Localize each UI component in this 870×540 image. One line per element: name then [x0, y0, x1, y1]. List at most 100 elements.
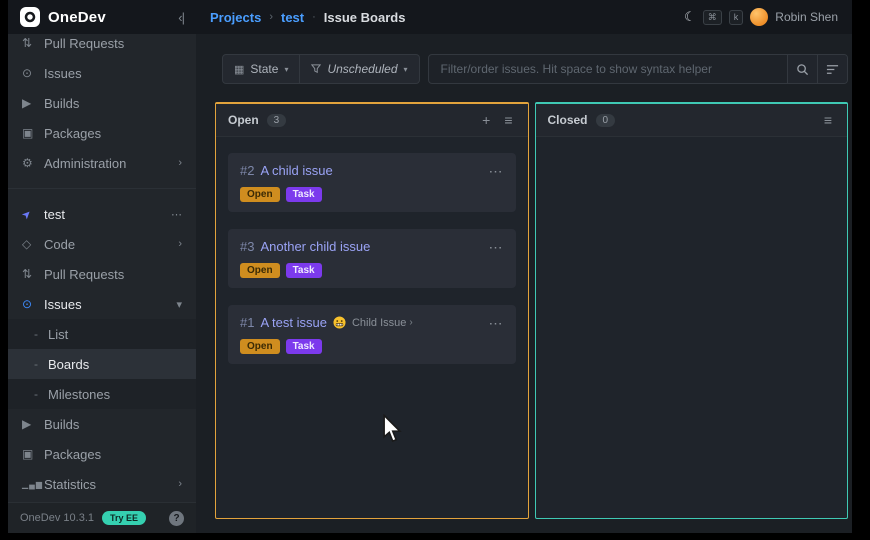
collapse-sidebar-icon[interactable]: ‹| [178, 10, 184, 25]
sidebar-item-label: Packages [44, 126, 182, 141]
issue-card[interactable]: #2 A child issue ⋯ Open Task [228, 153, 516, 212]
sidebar-nav: ⇅ Pull Requests ⊙ Issues ▶ Builds ▣ Pack… [8, 34, 196, 502]
issue-card[interactable]: #1 A test issue Child Issue › ⋯ [228, 305, 516, 364]
sidebar-item-code[interactable]: ◇ Code › [8, 229, 196, 259]
type-badge: Task [286, 263, 322, 278]
child-issue-label: Child Issue [352, 317, 406, 329]
chevron-down-icon: ▾ [284, 65, 288, 74]
sidebar-project-label: test [44, 207, 171, 222]
sidebar-item-label: Pull Requests [44, 36, 182, 51]
card-list-open: #2 A child issue ⋯ Open Task #3 Another … [216, 137, 528, 380]
chevron-down-icon: ▾ [404, 65, 408, 74]
builds-icon: ▶ [22, 96, 44, 110]
chevron-down-icon: ▾ [176, 298, 182, 311]
column-list-icon[interactable]: ≡ [821, 113, 835, 127]
grimacing-face-icon [333, 316, 346, 329]
breadcrumb: Projects › test · Issue Boards [196, 10, 405, 25]
sidebar-item-issues-admin[interactable]: ⊙ Issues [8, 58, 196, 88]
column-title: Closed [548, 113, 588, 127]
funnel-icon [311, 64, 321, 74]
sidebar-item-issues-milestones[interactable]: - Milestones [8, 379, 196, 409]
sidebar-item-packages-project[interactable]: ▣ Packages [8, 439, 196, 469]
filter-input[interactable] [429, 55, 787, 83]
statistics-icon: ▁▄▆ [22, 480, 44, 489]
state-badge: Open [240, 339, 280, 354]
sidebar-item-pull-requests-project[interactable]: ⇅ Pull Requests [8, 259, 196, 289]
dash-icon: - [34, 357, 48, 371]
onedev-logo [20, 7, 40, 27]
pull-request-icon: ⇅ [22, 36, 44, 50]
sidebar-item-builds-project[interactable]: ▶ Builds [8, 409, 196, 439]
gear-icon: ⚙ [22, 156, 44, 170]
card-list-closed [536, 137, 848, 169]
app-window: OneDev ‹| Projects › test · Issue Boards… [8, 0, 852, 533]
column-list-icon[interactable]: ≡ [501, 113, 515, 127]
sidebar-item-pull-requests[interactable]: ⇅ Pull Requests [8, 34, 196, 58]
topbar: OneDev ‹| Projects › test · Issue Boards… [8, 0, 852, 34]
sidebar-item-label: List [48, 327, 182, 342]
try-ee-badge[interactable]: Try EE [102, 511, 146, 525]
issue-title-link[interactable]: A test issue [260, 315, 326, 330]
sidebar-item-label: Builds [44, 417, 182, 432]
sidebar-item-statistics[interactable]: ▁▄▆ Statistics › [8, 469, 196, 499]
state-badge: Open [240, 187, 280, 202]
code-icon: ◇ [22, 237, 44, 251]
column-count-badge: 3 [267, 114, 287, 127]
dash-icon: - [34, 327, 48, 341]
issue-number: #2 [240, 163, 254, 178]
issue-card[interactable]: #3 Another child issue ⋯ Open Task [228, 229, 516, 288]
rocket-icon: ➤ [19, 207, 35, 223]
card-menu-button[interactable]: ⋯ [489, 240, 504, 254]
card-menu-button[interactable]: ⋯ [489, 316, 504, 330]
dark-mode-icon[interactable]: ☾ [684, 9, 696, 25]
search-button[interactable] [787, 55, 817, 83]
help-icon[interactable]: ? [169, 511, 184, 526]
filter-buttons-group: ▦ State ▾ Unscheduled ▾ [222, 54, 420, 84]
dot-separator: · [312, 11, 316, 23]
chevron-right-icon: › [178, 157, 182, 169]
sidebar-item-label: Pull Requests [44, 267, 182, 282]
version-label: OneDev 10.3.1 [20, 512, 94, 524]
user-name[interactable]: Robin Shen [775, 10, 838, 24]
state-filter-button[interactable]: ▦ State ▾ [222, 54, 300, 84]
sidebar-item-label: Milestones [48, 387, 182, 402]
kbd-key-hint: k [729, 10, 744, 25]
sidebar-item-builds-admin[interactable]: ▶ Builds [8, 88, 196, 118]
state-badge: Open [240, 263, 280, 278]
column-count-badge: 0 [596, 114, 616, 127]
pull-request-icon: ⇅ [22, 267, 44, 281]
issue-number: #1 [240, 315, 254, 330]
avatar[interactable] [750, 8, 768, 26]
breadcrumb-project-link[interactable]: test [281, 10, 304, 25]
dash-icon: - [34, 387, 48, 401]
issue-board: Open 3 + ≡ #2 A child issue ⋯ Open [215, 102, 848, 519]
card-menu-button[interactable]: ⋯ [489, 164, 504, 178]
sidebar-item-label: Administration [44, 156, 178, 171]
topbar-actions: ☾ ⌘ k Robin Shen [684, 8, 852, 26]
sidebar-item-issues-list[interactable]: - List [8, 319, 196, 349]
main-content: ▦ State ▾ Unscheduled ▾ [196, 34, 852, 533]
type-badge: Task [286, 339, 322, 354]
state-filter-label: State [250, 62, 278, 76]
sidebar-item-project-test[interactable]: ➤ test ⋯ [8, 199, 196, 229]
issue-title-link[interactable]: Another child issue [260, 239, 370, 254]
sidebar-item-issues-project[interactable]: ⊙ Issues ▾ [8, 289, 196, 319]
project-menu-icon[interactable]: ⋯ [171, 208, 182, 221]
sidebar-item-issues-boards[interactable]: - Boards [8, 349, 196, 379]
issue-title-link[interactable]: A child issue [260, 163, 332, 178]
sidebar-footer: OneDev 10.3.1 Try EE ? [8, 502, 196, 533]
chevron-right-icon: › [409, 317, 412, 328]
brand-title: OneDev [48, 9, 178, 26]
breadcrumb-projects-link[interactable]: Projects [210, 10, 261, 25]
chevron-right-icon: › [178, 478, 182, 490]
column-title: Open [228, 113, 259, 127]
sidebar-item-label: Builds [44, 96, 182, 111]
sidebar-item-packages-admin[interactable]: ▣ Packages [8, 118, 196, 148]
milestone-filter-button[interactable]: Unscheduled ▾ [300, 54, 419, 84]
sidebar-item-administration[interactable]: ⚙ Administration › [8, 148, 196, 178]
board-grid-icon: ▦ [234, 63, 244, 76]
order-button[interactable] [817, 55, 847, 83]
child-issue-link[interactable]: Child Issue › [352, 317, 413, 329]
sidebar: ⇅ Pull Requests ⊙ Issues ▶ Builds ▣ Pack… [8, 34, 196, 533]
add-issue-button[interactable]: + [479, 113, 493, 127]
